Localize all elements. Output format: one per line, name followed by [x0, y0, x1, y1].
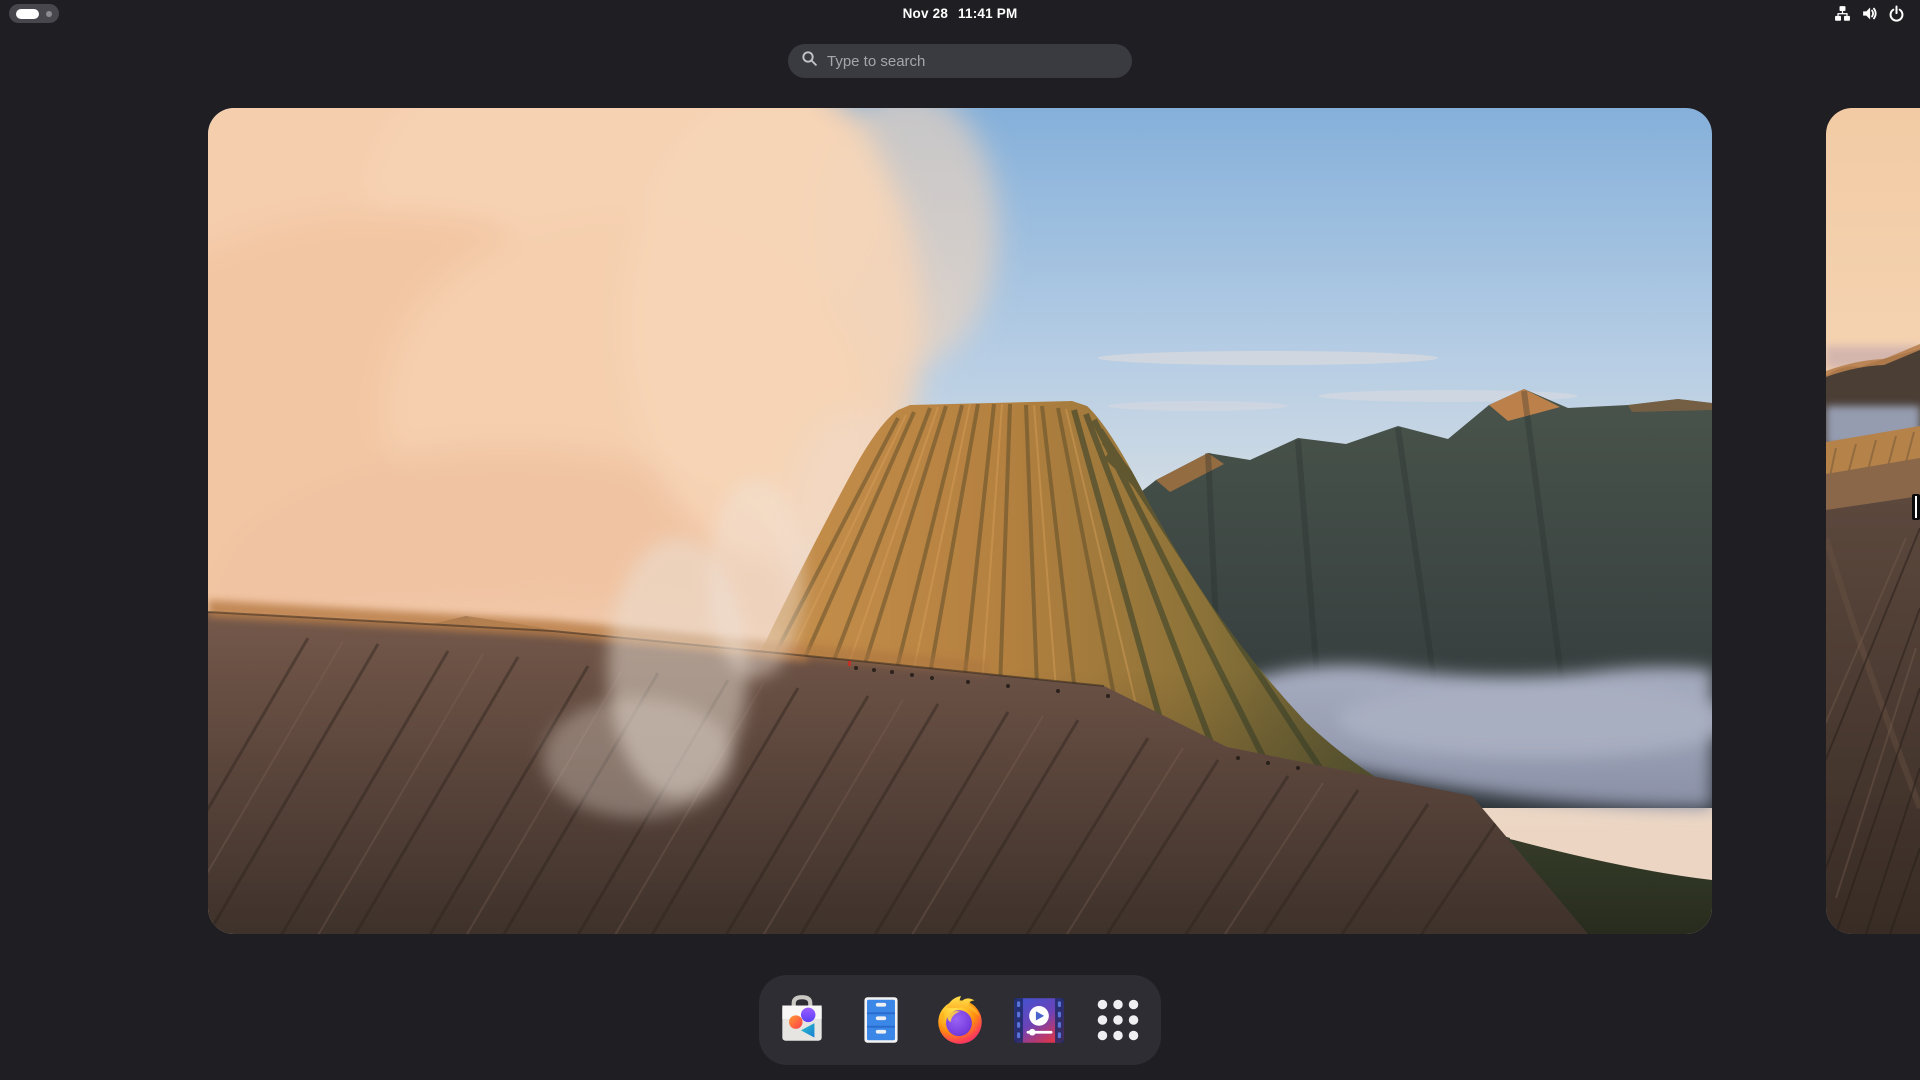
software-icon	[773, 991, 831, 1049]
search-bar[interactable]	[788, 44, 1132, 78]
workspace-thumbnail-1[interactable]	[208, 108, 1712, 934]
network-wired-icon[interactable]	[1834, 5, 1851, 22]
files-icon	[852, 991, 910, 1049]
workspace-dot-indicator[interactable]	[46, 11, 52, 17]
app-grid-icon	[1089, 991, 1147, 1049]
dock-app-show-apps[interactable]	[1085, 987, 1151, 1053]
dock-app-software[interactable]	[769, 987, 835, 1053]
volume-icon[interactable]	[1861, 5, 1878, 22]
dock-app-videos[interactable]	[1006, 987, 1072, 1053]
dock-app-firefox[interactable]	[927, 987, 993, 1053]
ibeam-cursor	[1912, 494, 1920, 520]
system-status-area[interactable]	[1834, 0, 1905, 27]
search-icon	[801, 50, 818, 72]
power-icon[interactable]	[1888, 5, 1905, 22]
dash-dock	[759, 975, 1161, 1065]
workspace-indicator-pill[interactable]	[9, 4, 59, 23]
top-panel: Nov 28 11:41 PM	[0, 0, 1920, 27]
videos-icon	[1010, 991, 1068, 1049]
clock-button[interactable]: Nov 28 11:41 PM	[903, 0, 1018, 27]
clock-date: Nov 28	[903, 6, 948, 21]
workspace-thumbnail-2[interactable]	[1826, 108, 1920, 934]
search-input[interactable]	[827, 53, 1120, 70]
clock-time: 11:41 PM	[958, 6, 1017, 21]
dock-app-files[interactable]	[848, 987, 914, 1053]
wallpaper-volcano	[208, 108, 1712, 934]
firefox-icon	[931, 991, 989, 1049]
workspace-active-indicator[interactable]	[16, 9, 39, 19]
wallpaper-volcano-2	[1826, 108, 1920, 934]
